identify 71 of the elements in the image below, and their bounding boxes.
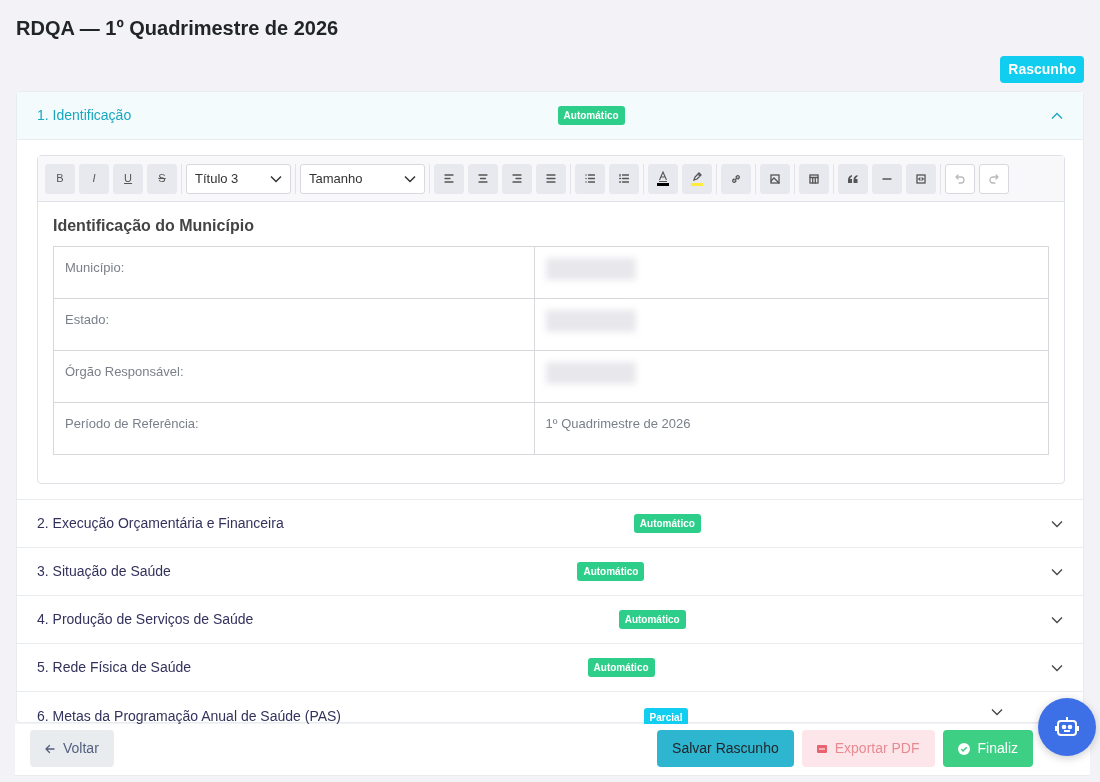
horizontal-rule-icon bbox=[882, 176, 892, 181]
table-icon bbox=[809, 173, 819, 184]
toolbar-button[interactable] bbox=[609, 163, 639, 194]
numbered-list-icon bbox=[619, 174, 629, 183]
toolbar-button[interactable] bbox=[838, 163, 868, 194]
toolbar-button[interactable] bbox=[906, 163, 936, 194]
chevron-down-icon bbox=[1051, 663, 1063, 672]
table-cell: Órgão Responsável: bbox=[53, 350, 535, 403]
status-badge: Automático bbox=[557, 106, 625, 125]
chevron-down-icon bbox=[1051, 567, 1063, 576]
status-badge: Automático bbox=[577, 562, 645, 581]
align-center-icon bbox=[478, 174, 488, 183]
section-header[interactable]: 5. Rede Física de Saúde Automático bbox=[17, 644, 1083, 692]
redo-icon bbox=[989, 173, 999, 184]
justify-icon bbox=[546, 174, 556, 183]
section-title: 1. Identificação bbox=[37, 106, 132, 125]
chevron-down-icon bbox=[404, 174, 416, 183]
letter-a-icon bbox=[658, 171, 668, 182]
toolbar-button[interactable] bbox=[760, 163, 790, 194]
chevron-down-icon bbox=[991, 708, 1003, 716]
bold-button[interactable]: B bbox=[45, 163, 75, 194]
align-left-icon bbox=[444, 174, 454, 183]
toolbar-button[interactable] bbox=[434, 163, 464, 194]
dropdown-select[interactable]: Título 3 bbox=[186, 163, 291, 194]
align-right-icon bbox=[512, 174, 522, 183]
link-icon bbox=[731, 173, 741, 184]
section-title: 3. Situação de Saúde bbox=[37, 562, 171, 581]
section-title: 2. Execução Orçamentária e Financeira bbox=[37, 514, 284, 533]
embed-icon bbox=[916, 173, 926, 184]
table-cell: Município: bbox=[53, 246, 535, 299]
text-color-button[interactable] bbox=[648, 163, 678, 194]
table-cell: 1º Quadrimestre de 2026 bbox=[534, 402, 1049, 455]
robot-icon bbox=[1055, 716, 1079, 738]
arrow-left-icon bbox=[45, 743, 55, 754]
check-circle-icon bbox=[957, 742, 970, 755]
section-header[interactable]: 2. Execução Orçamentária e Financeira Automático bbox=[17, 500, 1083, 548]
toolbar-button[interactable] bbox=[468, 163, 498, 194]
table-cell: Período de Referência: bbox=[53, 402, 535, 455]
bullet-list-icon bbox=[585, 174, 595, 183]
status-badge: Automático bbox=[633, 514, 701, 533]
toolbar-button[interactable] bbox=[575, 163, 605, 194]
toolbar-button[interactable] bbox=[721, 163, 751, 194]
section-header[interactable]: 3. Situação de Saúde Automático bbox=[17, 548, 1083, 596]
pencil-icon bbox=[692, 171, 702, 182]
chevron-up-icon bbox=[1051, 111, 1063, 120]
section-title: 4. Produção de Serviços de Saúde bbox=[37, 610, 254, 629]
underline-button[interactable]: U bbox=[113, 163, 143, 194]
status-badge: Automático bbox=[587, 658, 655, 677]
status-badge: Automático bbox=[618, 610, 686, 629]
editor-heading: Identificação do Município bbox=[53, 216, 255, 236]
toolbar-button[interactable] bbox=[536, 163, 566, 194]
section-title: 6. Metas da Programação Anual de Saúde (PAS) bbox=[37, 708, 342, 724]
back-button[interactable]: Voltar bbox=[30, 730, 114, 767]
toolbar-button[interactable] bbox=[799, 163, 829, 194]
dropdown-select[interactable]: Tamanho bbox=[300, 163, 425, 194]
section-title: 5. Rede Física de Saúde bbox=[37, 658, 192, 677]
table-cell: Estado: bbox=[53, 298, 535, 351]
status-badge: Rascunho bbox=[1000, 56, 1084, 83]
chevron-down-icon bbox=[1051, 615, 1063, 624]
chevron-down-icon bbox=[270, 174, 282, 183]
chevron-down-icon bbox=[1051, 519, 1063, 528]
italic-button[interactable]: I bbox=[79, 163, 109, 194]
page-title: RDQA — 1º Quadrimestre de 2026 bbox=[16, 16, 340, 40]
undo-icon bbox=[955, 173, 965, 184]
save-draft-button[interactable]: Salvar Rascunho bbox=[657, 730, 794, 767]
strikethrough-button[interactable]: S bbox=[147, 163, 177, 194]
pdf-file-icon bbox=[816, 744, 827, 753]
toolbar-button[interactable] bbox=[502, 163, 532, 194]
section-header[interactable]: 4. Produção de Serviços de Saúde Automático bbox=[17, 596, 1083, 644]
image-icon bbox=[770, 173, 780, 184]
quote-icon bbox=[848, 174, 858, 183]
